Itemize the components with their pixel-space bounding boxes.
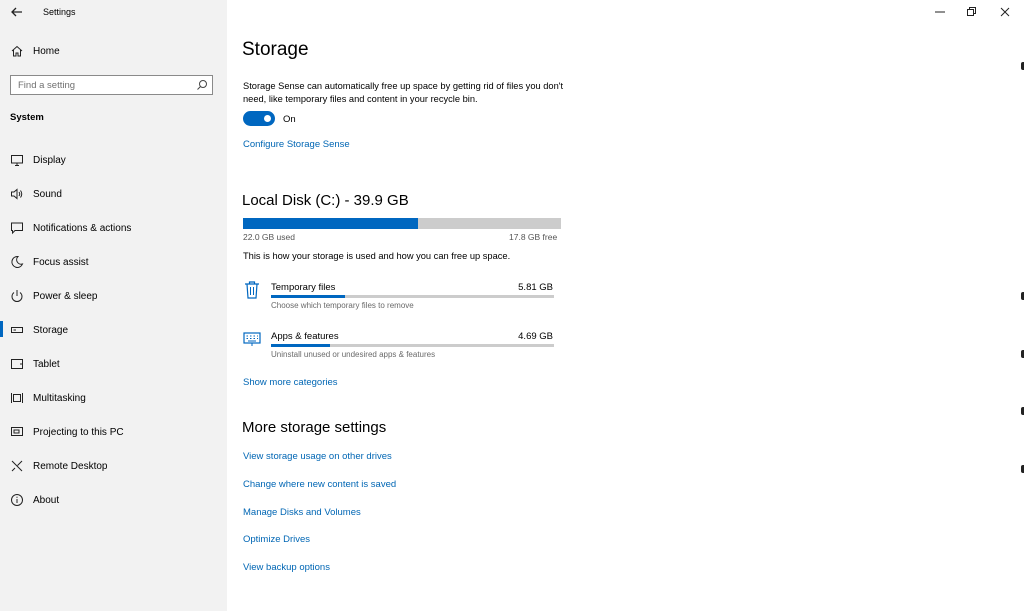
sidebar-item-sound[interactable]: Sound xyxy=(10,187,220,205)
app-title: Settings xyxy=(43,7,76,17)
category-usage-bar xyxy=(271,344,554,347)
sidebar-item-label: Multitasking xyxy=(33,393,86,404)
optimize-drives-link[interactable]: Optimize Drives xyxy=(243,534,310,545)
sidebar-item-label: Remote Desktop xyxy=(33,461,108,472)
notification-icon xyxy=(10,221,24,235)
category-size: 4.69 GB xyxy=(518,331,553,342)
restore-icon xyxy=(967,7,976,16)
show-more-categories-link[interactable]: Show more categories xyxy=(243,377,338,388)
more-storage-settings-title: More storage settings xyxy=(242,419,387,436)
minimize-button[interactable] xyxy=(934,6,946,18)
back-arrow-icon xyxy=(11,7,22,17)
toggle-state-label: On xyxy=(283,114,296,125)
restore-button[interactable] xyxy=(966,6,978,18)
category-description: Uninstall unused or undesired apps & fea… xyxy=(271,350,436,359)
sidebar-item-label: Focus assist xyxy=(33,257,89,268)
info-icon xyxy=(10,493,24,507)
sidebar-item-label: Notifications & actions xyxy=(33,223,132,234)
category-size: 5.81 GB xyxy=(518,282,553,293)
close-button[interactable] xyxy=(999,6,1011,18)
keyboard-icon xyxy=(243,329,261,349)
category-apps-features[interactable]: Apps & features 4.69 GB Uninstall unused… xyxy=(243,329,558,375)
disk-used-label: 22.0 GB used xyxy=(243,232,295,242)
category-usage-fill xyxy=(271,344,331,347)
sidebar-item-label: Power & sleep xyxy=(33,291,98,302)
back-button[interactable] xyxy=(10,4,24,20)
sidebar-item-label: Projecting to this PC xyxy=(33,427,124,438)
moon-icon xyxy=(10,255,24,269)
category-description: Choose which temporary files to remove xyxy=(271,301,414,310)
category-usage-fill xyxy=(271,295,345,298)
toggle-knob xyxy=(264,115,271,122)
sidebar-item-projecting[interactable]: Projecting to this PC xyxy=(10,425,220,443)
search-input[interactable] xyxy=(18,79,188,92)
home-icon xyxy=(10,44,24,58)
sidebar-item-focus-assist[interactable]: Focus assist xyxy=(10,255,220,273)
sidebar-item-about[interactable]: About xyxy=(10,493,220,511)
tablet-icon xyxy=(10,357,24,371)
sidebar-item-label: Storage xyxy=(33,325,69,336)
disk-usage-fill xyxy=(243,218,418,229)
disk-title: Local Disk (C:) - 39.9 GB xyxy=(242,192,409,209)
speaker-icon xyxy=(10,187,24,201)
sidebar: Settings Home System Display Sound Notif… xyxy=(0,0,227,611)
view-storage-other-drives-link[interactable]: View storage usage on other drives xyxy=(243,451,392,462)
sidebar-item-label: About xyxy=(33,495,60,506)
sidebar-item-storage[interactable]: Storage xyxy=(0,321,220,341)
category-temporary-files[interactable]: Temporary files 5.81 GB Choose which tem… xyxy=(243,280,558,326)
sidebar-item-label: Home xyxy=(33,46,60,57)
sidebar-item-tablet[interactable]: Tablet xyxy=(10,357,220,375)
page-title: Storage xyxy=(242,39,309,60)
minimize-icon xyxy=(935,11,945,13)
storage-sense-toggle[interactable] xyxy=(243,111,275,126)
sidebar-item-label: Sound xyxy=(33,189,62,200)
category-name: Temporary files xyxy=(271,282,336,293)
power-icon xyxy=(10,289,24,303)
multitasking-icon xyxy=(10,391,24,405)
storage-icon xyxy=(10,323,24,337)
sidebar-item-label: Display xyxy=(33,155,66,166)
storage-info-text: This is how your storage is used and how… xyxy=(243,251,511,261)
sidebar-item-home[interactable]: Home xyxy=(10,44,210,62)
search-box[interactable] xyxy=(10,75,213,95)
projecting-icon xyxy=(10,425,24,439)
sidebar-item-remote-desktop[interactable]: Remote Desktop xyxy=(10,459,220,477)
remote-desktop-icon xyxy=(10,459,24,473)
close-icon xyxy=(1000,7,1010,17)
sidebar-item-label: Tablet xyxy=(33,359,60,370)
trash-icon xyxy=(243,280,261,300)
search-icon[interactable] xyxy=(196,79,208,91)
change-new-content-location-link[interactable]: Change where new content is saved xyxy=(243,479,396,490)
sidebar-item-power-sleep[interactable]: Power & sleep xyxy=(10,289,220,307)
manage-disks-volumes-link[interactable]: Manage Disks and Volumes xyxy=(243,507,361,518)
disk-usage-bar xyxy=(243,218,561,229)
view-backup-options-link[interactable]: View backup options xyxy=(243,562,330,573)
category-name: Apps & features xyxy=(271,331,339,342)
storage-sense-description: Storage Sense can automatically free up … xyxy=(243,81,564,104)
configure-storage-sense-link[interactable]: Configure Storage Sense xyxy=(243,139,350,150)
section-label: System xyxy=(10,112,44,123)
category-usage-bar xyxy=(271,295,554,298)
sidebar-item-display[interactable]: Display xyxy=(10,153,220,171)
disk-free-label: 17.8 GB free xyxy=(509,232,558,242)
sidebar-item-multitasking[interactable]: Multitasking xyxy=(10,391,220,409)
display-icon xyxy=(10,153,24,167)
sidebar-item-notifications[interactable]: Notifications & actions xyxy=(10,221,220,239)
